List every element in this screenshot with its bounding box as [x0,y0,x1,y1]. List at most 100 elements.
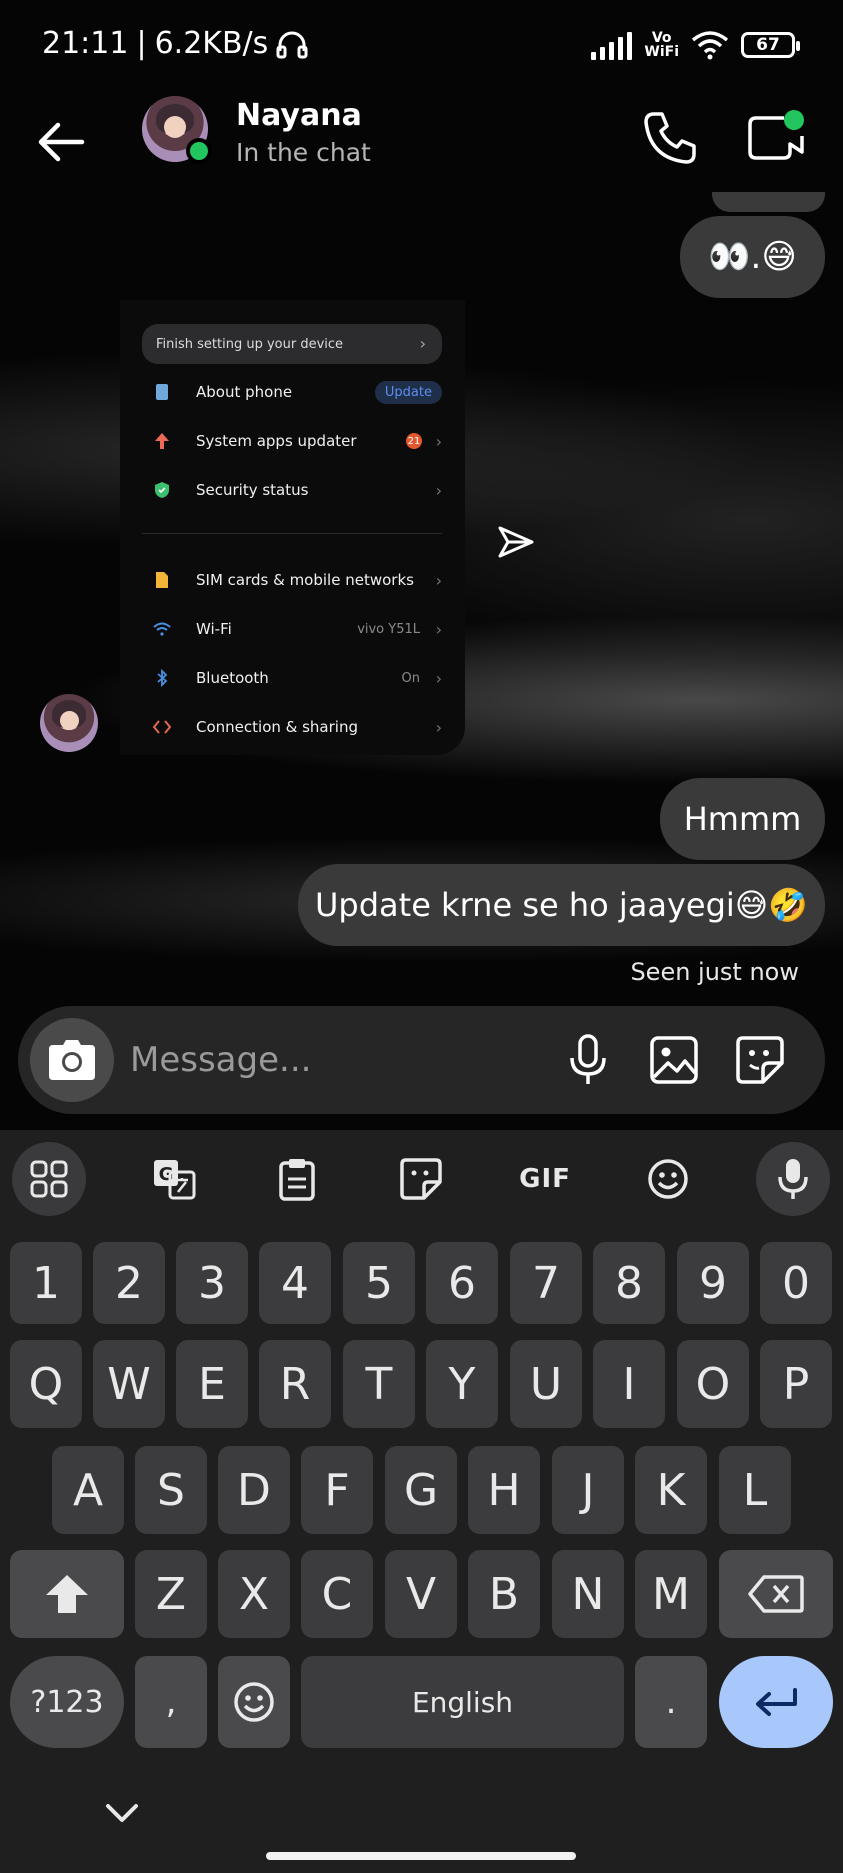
message-bubble-outgoing[interactable]: Hmmm [660,778,825,860]
enter-key[interactable] [719,1656,833,1748]
grid-icon [30,1160,68,1198]
seen-receipt: Seen just now [630,958,799,986]
home-indicator[interactable] [266,1852,576,1860]
attachment-banner-text: Finish setting up your device [156,336,344,352]
key-q[interactable]: Q [10,1340,82,1428]
key-m[interactable]: M [635,1550,707,1638]
image-attachment[interactable]: Finish setting up your device › About ph… [120,300,465,755]
back-arrow-icon[interactable] [32,112,92,172]
chevron-right-icon: › [419,334,426,353]
key-k[interactable]: K [635,1446,707,1534]
key-i[interactable]: I [593,1340,665,1428]
key-o[interactable]: O [677,1340,749,1428]
message-bubble-outgoing[interactable]: 👀.😅 [680,216,825,298]
camera-button[interactable] [30,1018,114,1102]
key-2[interactable]: 2 [93,1242,165,1324]
signal-icon [591,30,633,60]
translate-button[interactable]: G [137,1142,211,1216]
key-6[interactable]: 6 [426,1242,498,1324]
voice-input-button[interactable] [756,1142,830,1216]
key-5[interactable]: 5 [343,1242,415,1324]
gallery-button[interactable] [646,1032,702,1088]
key-n[interactable]: N [552,1550,624,1638]
sender-avatar[interactable] [40,694,98,752]
shift-key[interactable] [10,1550,124,1638]
key-4[interactable]: 4 [259,1242,331,1324]
settings-row-security-status: Security status › [142,470,442,510]
clipboard-icon [279,1159,315,1201]
sticker-button[interactable] [732,1032,788,1088]
key-l[interactable]: L [719,1446,791,1534]
key-1[interactable]: 1 [10,1242,82,1324]
status-time: 21:11 [42,26,129,61]
sticker-icon [400,1158,442,1200]
collapse-keyboard-icon[interactable] [102,1798,142,1828]
microphone-icon [778,1159,808,1199]
comma-key[interactable]: , [135,1656,207,1748]
video-active-dot [784,110,804,130]
emoji-button[interactable] [631,1142,705,1216]
status-separator: | [136,26,147,61]
status-speed: 6.2KB/s [154,26,269,61]
clipboard-button[interactable] [260,1142,334,1216]
key-u[interactable]: U [510,1340,582,1428]
emoji-key[interactable] [218,1656,290,1748]
key-7[interactable]: 7 [510,1242,582,1324]
key-a[interactable]: A [52,1446,124,1534]
online-status-dot [186,138,212,164]
key-w[interactable]: W [93,1340,165,1428]
key-8[interactable]: 8 [593,1242,665,1324]
period-key[interactable]: . [635,1656,707,1748]
key-r[interactable]: R [259,1340,331,1428]
key-p[interactable]: P [760,1340,832,1428]
phone-call-icon[interactable] [640,108,700,168]
battery-level: 67 [756,35,780,55]
space-key[interactable]: English [301,1656,624,1748]
video-call-button[interactable] [744,106,808,170]
key-j[interactable]: J [552,1446,624,1534]
message-bubble-outgoing[interactable]: Update krne se ho jaayegi😅🤣 [298,864,825,946]
gif-label: GIF [519,1164,571,1194]
microphone-button[interactable] [560,1032,616,1088]
status-bar: 21:11 | 6.2KB/s Vo WiFi 67 [0,0,843,90]
key-c[interactable]: C [301,1550,373,1638]
symbols-key[interactable]: ?123 [10,1656,124,1748]
key-e[interactable]: E [176,1340,248,1428]
message-input[interactable] [130,1036,550,1084]
chevron-right-icon: › [435,570,442,590]
key-d[interactable]: D [218,1446,290,1534]
key-0[interactable]: 0 [760,1242,832,1324]
microphone-icon [570,1034,606,1084]
contact-avatar-button[interactable] [142,96,212,164]
gif-button[interactable]: GIF [508,1142,582,1216]
chevron-right-icon: › [435,480,442,500]
vowifi-line2: WiFi [644,44,679,60]
key-h[interactable]: H [468,1446,540,1534]
key-9[interactable]: 9 [677,1242,749,1324]
contact-name[interactable]: Nayana [236,98,362,133]
key-y[interactable]: Y [426,1340,498,1428]
key-g[interactable]: G [385,1446,457,1534]
key-z[interactable]: Z [135,1550,207,1638]
key-v[interactable]: V [385,1550,457,1638]
keyboard-menu-button[interactable] [12,1142,86,1216]
backspace-key[interactable] [719,1550,833,1638]
shield-icon [150,478,174,502]
key-b[interactable]: B [468,1550,540,1638]
settings-row-label: Bluetooth [196,669,269,687]
key-3[interactable]: 3 [176,1242,248,1324]
chevron-right-icon: › [435,431,442,451]
backspace-icon [748,1575,804,1613]
sticker-keyboard-button[interactable] [384,1142,458,1216]
key-f[interactable]: F [301,1446,373,1534]
settings-row-connection-sharing: Connection & sharing › [142,707,442,747]
vowifi-indicator: Vo WiFi [644,31,679,59]
update-count-badge: 21 [406,433,422,449]
key-t[interactable]: T [343,1340,415,1428]
key-x[interactable]: X [218,1550,290,1638]
key-s[interactable]: S [135,1446,207,1534]
bluetooth-icon [150,666,174,690]
chat-header: Nayana In the chat [0,90,843,200]
share-send-icon[interactable] [496,522,536,562]
translate-icon: G [154,1160,196,1200]
